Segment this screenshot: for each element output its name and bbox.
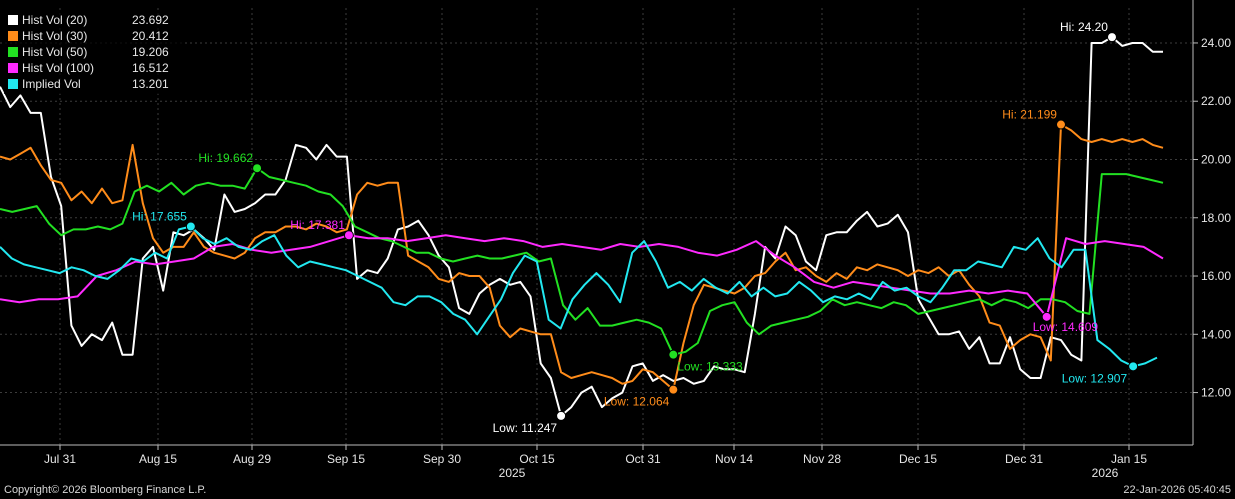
annotation-label: Hi: 19.662: [198, 151, 253, 165]
legend-item[interactable]: Hist Vol (50) 19.206: [8, 44, 178, 60]
annotation-label: Low: 11.247: [493, 421, 558, 435]
annotation-label: Hi: 17.655: [132, 210, 187, 224]
x-tick-label: Nov 28: [803, 452, 841, 466]
annotation-label: Low: 12.064: [604, 395, 670, 409]
x-tick-label: Aug 15: [139, 452, 177, 466]
annotation-marker: [252, 163, 263, 174]
annotation-marker: [668, 384, 679, 395]
x-tick-label: Sep 15: [327, 452, 365, 466]
annotation-marker: [1055, 119, 1066, 130]
x-tick-label: Dec 15: [899, 452, 937, 466]
annotation-label: Hi: 21.199: [1002, 108, 1057, 122]
annotation-label: Low: 14.609: [1033, 320, 1099, 334]
y-tick-label: 14.00: [1201, 327, 1231, 341]
legend-swatch-hv30: [8, 31, 18, 41]
legend-name: Hist Vol (30): [22, 29, 88, 43]
legend-value: 20.412: [132, 29, 169, 43]
legend-name: Hist Vol (100): [22, 61, 95, 75]
legend-item[interactable]: Implied Vol 13.201: [8, 76, 178, 92]
annotation-marker: [1106, 32, 1117, 43]
annotation-label: Hi: 17.381: [290, 218, 345, 232]
year-label: 2025: [499, 466, 526, 480]
y-tick-label: 22.00: [1201, 94, 1231, 108]
x-tick-label: Oct 15: [519, 452, 555, 466]
legend-item[interactable]: Hist Vol (20) 23.692: [8, 12, 178, 28]
annotation-marker: [343, 230, 354, 241]
legend-item[interactable]: Hist Vol (30) 20.412: [8, 28, 178, 44]
legend-swatch-hv100: [8, 63, 18, 73]
annotation-label: Low: 13.333: [677, 360, 743, 374]
legend-item[interactable]: Hist Vol (100) 16.512: [8, 60, 178, 76]
legend-value: 19.206: [132, 45, 169, 59]
legend-value: 23.692: [132, 13, 169, 27]
legend-value: 16.512: [132, 61, 169, 75]
copyright-text: Copyright© 2026 Bloomberg Finance L.P.: [4, 484, 207, 496]
x-tick-label: Dec 31: [1005, 452, 1043, 466]
x-tick-label: Jan 15: [1111, 452, 1147, 466]
x-tick-label: Sep 30: [423, 452, 461, 466]
timestamp-text: 22-Jan-2026 05:40:45: [1123, 484, 1231, 496]
legend-name: Hist Vol (50): [22, 45, 88, 59]
legend-swatch-hv50: [8, 47, 18, 57]
annotation-marker: [668, 349, 679, 360]
x-tick-label: Oct 31: [625, 452, 661, 466]
y-tick-label: 20.00: [1201, 152, 1231, 166]
legend: Hist Vol (20) 23.692 Hist Vol (30) 20.41…: [4, 10, 182, 94]
x-tick-label: Aug 29: [233, 452, 271, 466]
legend-name: Hist Vol (20): [22, 13, 88, 27]
annotation-marker: [185, 221, 196, 232]
y-tick-label: 24.00: [1201, 36, 1231, 50]
legend-value: 13.201: [132, 77, 169, 91]
annotation-marker: [556, 410, 567, 421]
year-label: 2026: [1092, 466, 1119, 480]
annotation-label: Low: 12.907: [1062, 371, 1128, 385]
y-tick-label: 18.00: [1201, 211, 1231, 225]
legend-swatch-hv20: [8, 15, 18, 25]
y-tick-label: 16.00: [1201, 269, 1231, 283]
annotation-label: Hi: 24.20: [1060, 20, 1108, 34]
annotation-marker: [1128, 361, 1139, 372]
y-tick-label: 12.00: [1201, 386, 1231, 400]
x-tick-label: Jul 31: [44, 452, 76, 466]
series-line-1: [0, 123, 1164, 391]
x-tick-label: Nov 14: [715, 452, 753, 466]
chart-canvas: Hi: 24.20 Low: 11.247 Hi: 21.199 Low: 12.06…: [0, 0, 1231, 480]
legend-name: Implied Vol: [22, 77, 81, 91]
legend-swatch-implied: [8, 79, 18, 89]
